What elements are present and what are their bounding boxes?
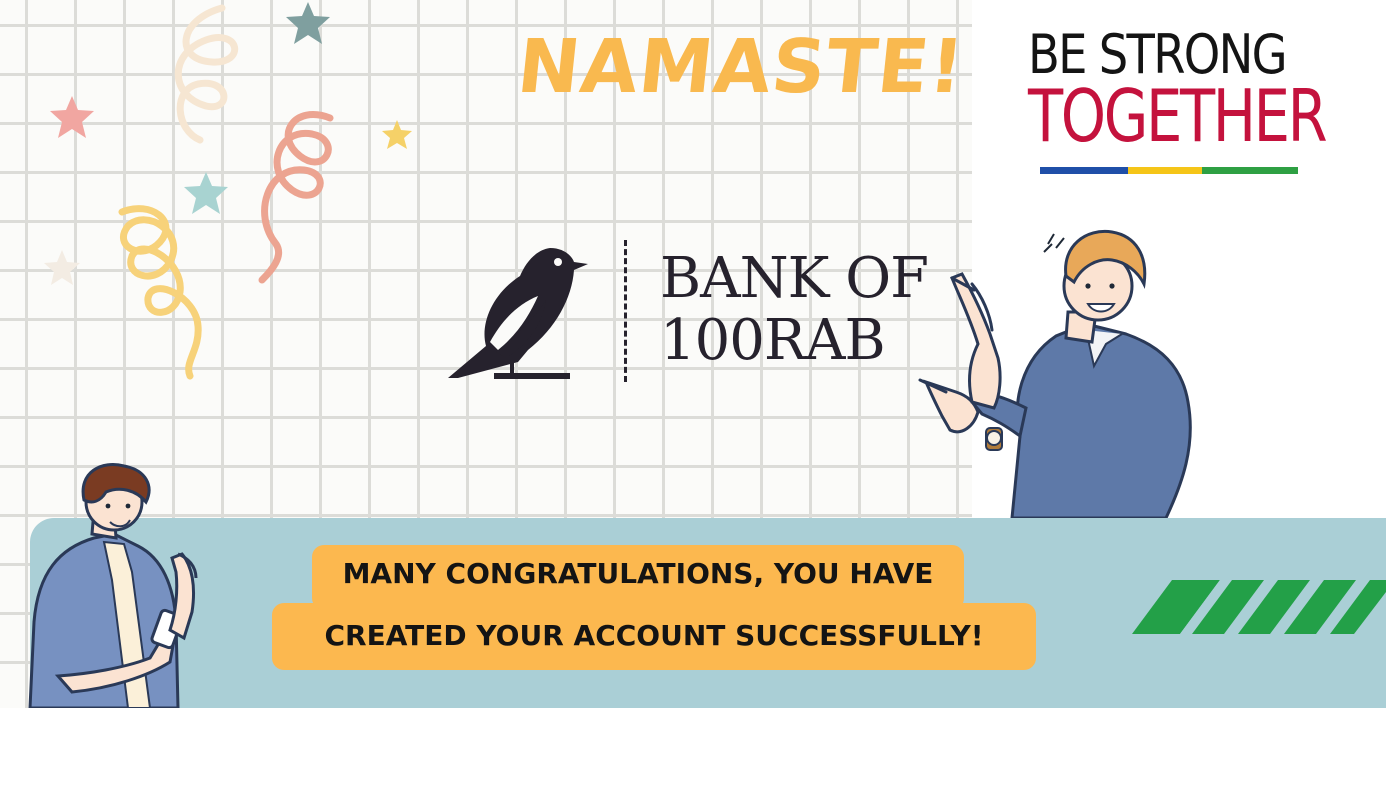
underline-green [1202, 167, 1298, 174]
congratulations-banner: NAMASTE! BE STRONG TOGETHER BANK OF 100R… [0, 0, 1386, 708]
bank-name-line-2: 100RAB [660, 308, 886, 373]
diagonal-stripes-icon [1132, 580, 1386, 634]
confetti-decoration [44, 2, 412, 380]
greeting-heading: NAMASTE! [513, 24, 969, 110]
success-message: CREATED YOUR ACCOUNT SUCCESSFULLY! MANY … [272, 545, 1036, 670]
star-icon [44, 250, 80, 285]
star-icon [184, 172, 228, 214]
star-icon [50, 96, 94, 138]
bank-logo: BANK OF 100RAB [446, 238, 946, 388]
confetti-ribbon-icon [174, 4, 239, 144]
underline-yellow [1128, 167, 1202, 174]
success-message-line-1: MANY CONGRATULATIONS, YOU HAVE [312, 545, 964, 610]
bird-icon [448, 248, 588, 379]
bank-name-line-1: BANK OF [660, 246, 929, 311]
star-icon [382, 120, 412, 149]
slogan-line-2: TOGETHER [1028, 74, 1328, 158]
confetti-ribbon-icon [118, 205, 202, 380]
logo-divider [624, 240, 627, 382]
pointing-man-illustration [918, 229, 1192, 518]
star-icon [286, 2, 330, 44]
success-message-line-2: CREATED YOUR ACCOUNT SUCCESSFULLY! [272, 603, 1036, 670]
slogan: BE STRONG TOGETHER [1028, 28, 1328, 174]
bank-name: BANK OF 100RAB [660, 246, 929, 373]
underline-blue [1040, 167, 1128, 174]
confetti-ribbon-icon [258, 111, 334, 284]
phone-man-illustration [28, 463, 198, 708]
slogan-underline [1040, 167, 1298, 174]
